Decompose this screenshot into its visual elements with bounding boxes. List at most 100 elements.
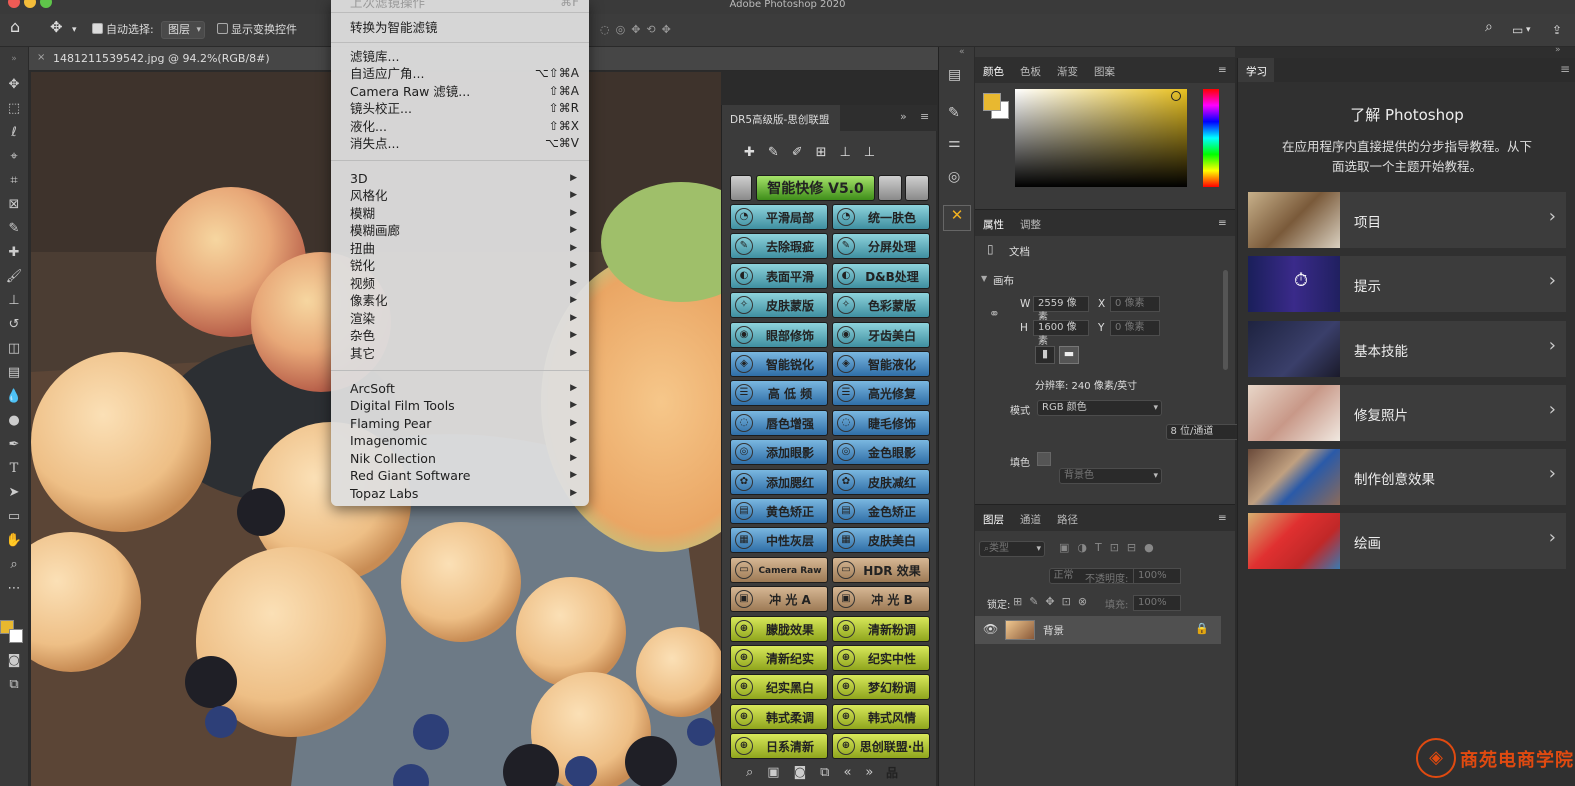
learn-item-creative-effects[interactable]: 制作创意效果 › bbox=[1248, 449, 1566, 505]
drs-button[interactable]: ◔ 统一肤色 bbox=[832, 204, 930, 230]
drs-button[interactable]: ◎ 添加眼影 bbox=[730, 439, 828, 466]
drs-tool-icons[interactable]: ✚✎✐⊞⊥⊥ bbox=[744, 145, 924, 160]
panel-menu-icon[interactable]: ≡ bbox=[1560, 62, 1570, 76]
hue-slider[interactable] bbox=[1203, 89, 1219, 187]
drs-button[interactable]: ✧ 皮肤蒙版 bbox=[730, 292, 828, 319]
drs-button[interactable]: ✎ 去除瑕疵 bbox=[730, 233, 828, 260]
drs-mode-icon[interactable] bbox=[730, 175, 752, 201]
menu-item-stylize[interactable]: 风格化 bbox=[350, 188, 388, 203]
layer-filter-icons[interactable]: ▣◑T⊡⊟● bbox=[1059, 541, 1162, 554]
dodge-tool-icon[interactable]: ● bbox=[3, 411, 25, 431]
lasso-tool-icon[interactable]: ℓ bbox=[3, 123, 25, 143]
frame-tool-icon[interactable]: ⊠ bbox=[3, 195, 25, 215]
healing-brush-tool-icon[interactable]: ✚ bbox=[3, 243, 25, 263]
share-icon[interactable]: ⇪ bbox=[1552, 22, 1562, 38]
drs-button[interactable]: ⊕ 梦幻粉调 bbox=[832, 674, 930, 701]
drs-button[interactable]: ☰ 高光修复 bbox=[832, 380, 930, 407]
drs-button[interactable]: ▤ 黄色矫正 bbox=[730, 498, 828, 524]
pen-tool-icon[interactable]: ✒ bbox=[3, 435, 25, 455]
layer-filter-dropdown[interactable]: ⌕类型 bbox=[979, 541, 1045, 557]
3d-mode-icons[interactable]: ◌◎✥⟲✥ bbox=[600, 22, 677, 38]
drs-button[interactable]: ◉ 眼部修饰 bbox=[730, 321, 828, 348]
color-picker-marker[interactable] bbox=[1171, 91, 1181, 101]
crop-tool-icon[interactable]: ⌗ bbox=[3, 171, 25, 191]
tab-paths[interactable]: 路径 bbox=[1057, 512, 1078, 527]
move-tool-icon[interactable]: ✥ bbox=[50, 19, 63, 35]
drs-button[interactable]: ✎ 分屏处理 bbox=[832, 233, 930, 260]
learn-item-projects[interactable]: 项目 › bbox=[1248, 192, 1566, 248]
brush-tool-icon[interactable]: 🖌 bbox=[3, 267, 25, 287]
tab-properties[interactable]: 属性 bbox=[983, 217, 1004, 232]
drs-button[interactable]: ⊕ 纪实黑白 bbox=[730, 674, 828, 701]
collapse-panels-icon[interactable]: « bbox=[959, 47, 965, 57]
more-tools-icon[interactable]: ⋯ bbox=[3, 579, 25, 599]
menu-item-flaming-pear[interactable]: Flaming Pear bbox=[350, 416, 431, 431]
learn-item-tips[interactable]: ⏱ 提示 › bbox=[1248, 256, 1566, 312]
menu-item-red-giant-software[interactable]: Red Giant Software bbox=[350, 468, 470, 483]
close-tab-icon[interactable]: × bbox=[37, 52, 45, 63]
scrollbar[interactable] bbox=[1223, 270, 1228, 370]
foreground-swatch[interactable] bbox=[983, 93, 1001, 111]
collapse-learn-icon[interactable]: » bbox=[1555, 45, 1561, 55]
menu-item-blur-gallery[interactable]: 模糊画廊 bbox=[350, 223, 400, 238]
mode-dropdown[interactable]: RGB 颜色 bbox=[1037, 400, 1162, 416]
drs-button[interactable]: ◈ 智能锐化 bbox=[730, 351, 828, 377]
drs-settings-icon[interactable] bbox=[905, 175, 929, 201]
drs-button[interactable]: ⊕ 日系清新 bbox=[730, 733, 828, 760]
drs-button[interactable]: ▦ 皮肤美白 bbox=[832, 527, 930, 554]
menu-item-adaptive-wide-angle[interactable]: 自适应广角... bbox=[350, 66, 424, 81]
fill-swatch[interactable] bbox=[1037, 452, 1051, 466]
learn-item-basic-skills[interactable]: 基本技能 › bbox=[1248, 321, 1566, 377]
home-icon[interactable]: ⌂ bbox=[10, 19, 20, 35]
menu-item-imagenomic[interactable]: Imagenomic bbox=[350, 433, 427, 448]
drs-button[interactable]: ▣ 冲 光 B bbox=[832, 586, 930, 613]
portrait-orientation-icon[interactable]: ▮ bbox=[1035, 346, 1055, 364]
drs-button[interactable]: ◌ 唇色增强 bbox=[730, 409, 828, 436]
menu-item-filter-gallery[interactable]: 滤镜库... bbox=[350, 49, 399, 64]
drs-button[interactable]: ▣ 冲 光 A bbox=[730, 586, 828, 613]
menu-item-arcsoft[interactable]: ArcSoft bbox=[350, 381, 395, 396]
lock-icons[interactable]: ⊞✎✥⊡⊗ bbox=[1013, 595, 1094, 608]
menu-item-render[interactable]: 渲染 bbox=[350, 311, 375, 326]
quick-select-tool-icon[interactable]: ⌖ bbox=[3, 147, 25, 167]
drs-button[interactable]: ✿ 添加腮红 bbox=[730, 468, 828, 495]
drs-button[interactable]: ✧ 色彩蒙版 bbox=[832, 292, 930, 319]
history-panel-icon[interactable]: ▤ bbox=[948, 67, 961, 83]
menu-item-video[interactable]: 视频 bbox=[350, 276, 375, 291]
eraser-tool-icon[interactable]: ◫ bbox=[3, 339, 25, 359]
menu-item-3d[interactable]: 3D bbox=[350, 171, 368, 186]
drs-footer-icons[interactable]: ⌕▣◙⧉«» bbox=[746, 765, 926, 780]
menu-item-last-filter[interactable]: 上次滤镜操作 bbox=[350, 0, 425, 10]
drs-button[interactable]: ▭ HDR 效果 bbox=[832, 556, 930, 583]
tab-learn[interactable]: 学习 bbox=[1246, 64, 1267, 79]
menu-item-blur[interactable]: 模糊 bbox=[350, 206, 375, 221]
drs-button[interactable]: ◌ 睫毛修饰 bbox=[832, 409, 930, 436]
height-field[interactable]: 1600 像素 bbox=[1033, 320, 1089, 347]
minimize-window-icon[interactable] bbox=[24, 0, 36, 8]
opacity-field[interactable]: 100% bbox=[1133, 568, 1181, 584]
tab-channels[interactable]: 通道 bbox=[1020, 512, 1041, 527]
drs-button[interactable]: ◐ 表面平滑 bbox=[730, 262, 828, 289]
menu-item-nik-collection[interactable]: Nik Collection bbox=[350, 451, 436, 466]
layer-row-background[interactable]: 👁 背景 🔒 bbox=[975, 616, 1221, 644]
drs-button[interactable]: ⊕ 韩式柔调 bbox=[730, 703, 828, 730]
x-field[interactable]: 0 像素 bbox=[1110, 296, 1160, 312]
color-field[interactable] bbox=[1015, 89, 1187, 187]
workspace-icon[interactable]: ▭ bbox=[1512, 22, 1523, 38]
drs-button[interactable]: ◐ D&B处理 bbox=[832, 262, 930, 289]
panel-menu-icon[interactable]: ≡ bbox=[1218, 217, 1227, 229]
menu-item-camera-raw-filter[interactable]: Camera Raw 滤镜... bbox=[350, 84, 470, 99]
hand-tool-icon[interactable]: ✋ bbox=[3, 531, 25, 551]
smart-fix-button[interactable]: 智能快修 V5.0 bbox=[756, 175, 875, 201]
quick-mask-icon[interactable]: ◙ bbox=[3, 651, 25, 671]
close-window-icon[interactable] bbox=[8, 0, 20, 8]
background-color-swatch[interactable] bbox=[9, 629, 23, 643]
drs-button[interactable]: ◔ 平滑局部 bbox=[730, 204, 828, 230]
layer-name[interactable]: 背景 bbox=[1043, 623, 1064, 638]
collapse-tools-icon[interactable]: » bbox=[3, 49, 25, 69]
expand-panel-icon[interactable]: » bbox=[900, 110, 907, 123]
auto-select-checkbox[interactable]: 自动选择: bbox=[92, 22, 154, 38]
tab-gradients[interactable]: 渐变 bbox=[1057, 64, 1078, 79]
show-transform-checkbox[interactable]: 显示变换控件 bbox=[217, 22, 297, 38]
gradient-tool-icon[interactable]: ▤ bbox=[3, 363, 25, 383]
